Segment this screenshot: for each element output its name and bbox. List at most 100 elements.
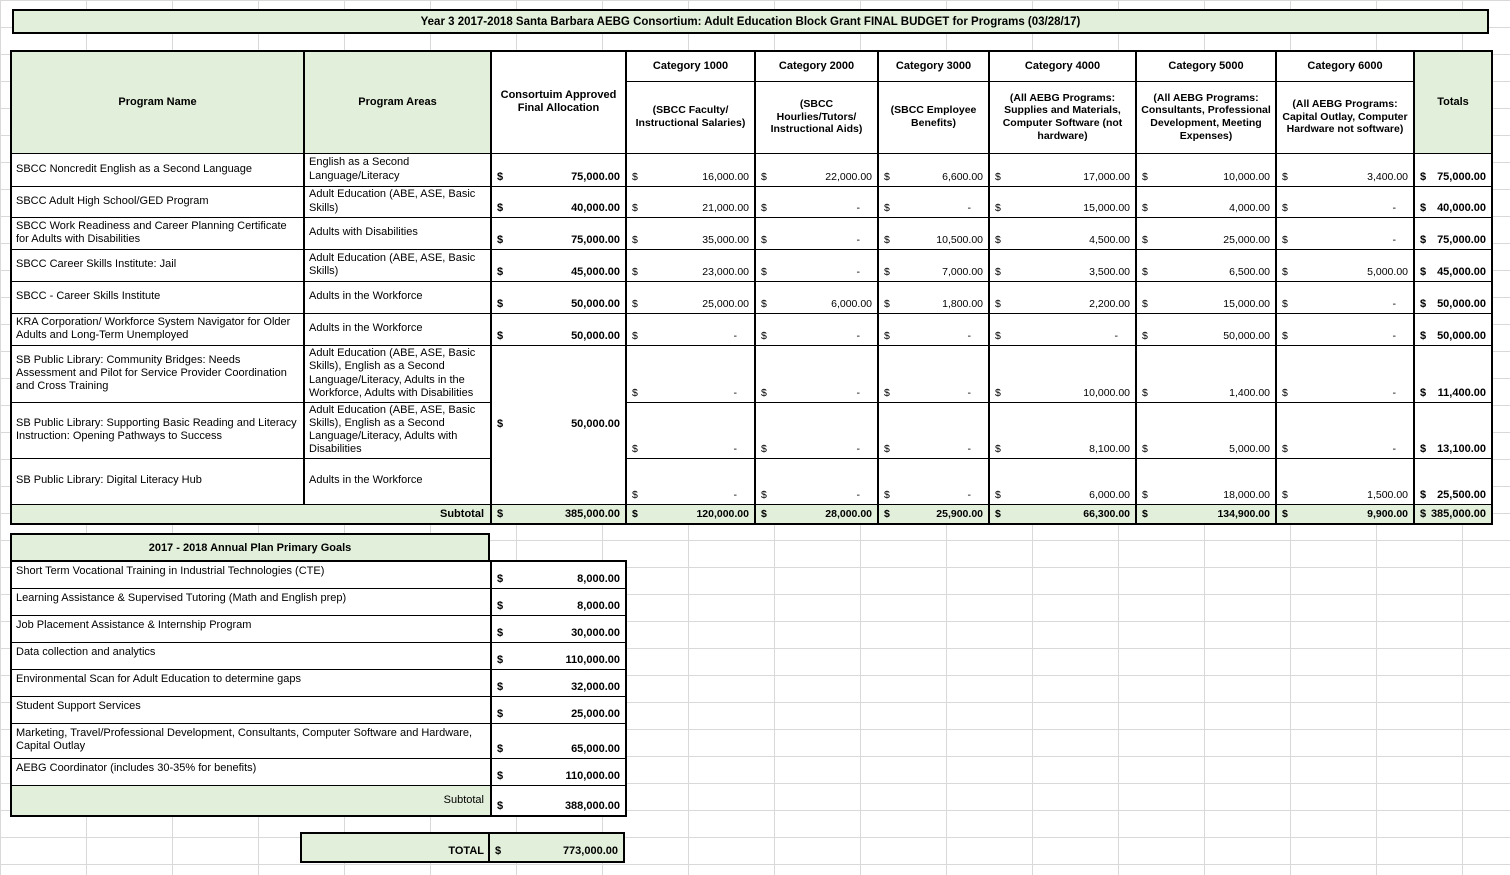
goals-header-cell[interactable]: 2017 - 2018 Annual Plan Primary Goals [10,533,490,562]
row-total-cell[interactable]: $50,000.00 [1414,281,1492,313]
category-amount-cell[interactable]: $16,000.00 [626,153,755,186]
budget-subtotal-total[interactable]: $385,000.00 [1414,504,1492,524]
goal-label-cell[interactable]: Job Placement Assistance & Internship Pr… [11,615,491,642]
program-name-cell[interactable]: KRA Corporation/ Workforce System Naviga… [11,313,304,345]
category-amount-cell[interactable]: $15,000.00 [989,186,1136,217]
category-amount-cell[interactable]: $- [755,402,878,458]
goals-subtotal-amount[interactable]: $388,000.00 [491,785,626,816]
category-amount-cell[interactable]: $4,500.00 [989,217,1136,249]
col-header-totals[interactable]: Totals [1414,51,1492,153]
budget-subtotal-cat5000[interactable]: $134,900.00 [1136,504,1276,524]
allocation-cell[interactable]: $75,000.00 [491,217,626,249]
category-amount-cell[interactable]: $6,000.00 [989,458,1136,504]
category-amount-cell[interactable]: $25,000.00 [626,281,755,313]
row-total-cell[interactable]: $75,000.00 [1414,217,1492,249]
goal-label-cell[interactable]: Marketing, Travel/Professional Developme… [11,723,491,758]
budget-subtotal-allocation[interactable]: $385,000.00 [491,504,626,524]
col-header-category-2000[interactable]: Category 2000 [755,51,878,81]
category-amount-cell[interactable]: $17,000.00 [989,153,1136,186]
row-total-cell[interactable]: $75,000.00 [1414,153,1492,186]
col-subheader-category-6000[interactable]: (All AEBG Programs: Capital Outlay, Comp… [1276,81,1414,153]
category-amount-cell[interactable]: $- [1276,402,1414,458]
category-amount-cell[interactable]: $6,600.00 [878,153,989,186]
program-area-cell[interactable]: Adult Education (ABE, ASE, Basic Skills) [304,186,491,217]
col-header-category-3000[interactable]: Category 3000 [878,51,989,81]
col-header-category-1000[interactable]: Category 1000 [626,51,755,81]
category-amount-cell[interactable]: $1,500.00 [1276,458,1414,504]
category-amount-cell[interactable]: $- [989,313,1136,345]
category-amount-cell[interactable]: $1,800.00 [878,281,989,313]
allocation-cell[interactable]: $50,000.00 [491,281,626,313]
category-amount-cell[interactable]: $5,000.00 [1136,402,1276,458]
allocation-cell[interactable]: $50,000.00 [491,313,626,345]
program-area-cell[interactable]: Adults in the Workforce [304,281,491,313]
budget-subtotal-label[interactable]: Subtotal [11,504,491,524]
category-amount-cell[interactable]: $10,000.00 [1136,153,1276,186]
category-amount-cell[interactable]: $- [626,402,755,458]
category-amount-cell[interactable]: $7,000.00 [878,249,989,281]
row-total-cell[interactable]: $45,000.00 [1414,249,1492,281]
program-area-cell[interactable]: Adults in the Workforce [304,313,491,345]
goal-amount-cell[interactable]: $30,000.00 [491,615,626,642]
category-amount-cell[interactable]: $- [755,345,878,402]
col-header-program-areas[interactable]: Program Areas [304,51,491,153]
goal-label-cell[interactable]: Short Term Vocational Training in Indust… [11,561,491,588]
row-total-cell[interactable]: $13,100.00 [1414,402,1492,458]
category-amount-cell[interactable]: $6,500.00 [1136,249,1276,281]
col-subheader-category-3000[interactable]: (SBCC Employee Benefits) [878,81,989,153]
budget-subtotal-cat6000[interactable]: $9,900.00 [1276,504,1414,524]
program-area-cell[interactable]: Adults in the Workforce [304,458,491,504]
category-amount-cell[interactable]: $- [626,313,755,345]
allocation-cell[interactable]: $75,000.00 [491,153,626,186]
program-name-cell[interactable]: SBCC Career Skills Institute: Jail [11,249,304,281]
grand-total-label[interactable]: TOTAL [302,834,490,861]
category-amount-cell[interactable]: $- [755,249,878,281]
category-amount-cell[interactable]: $- [755,217,878,249]
goal-label-cell[interactable]: Learning Assistance & Supervised Tutorin… [11,588,491,615]
allocation-cell[interactable]: $40,000.00 [491,186,626,217]
budget-subtotal-cat4000[interactable]: $66,300.00 [989,504,1136,524]
category-amount-cell[interactable]: $22,000.00 [755,153,878,186]
category-amount-cell[interactable]: $- [878,313,989,345]
category-amount-cell[interactable]: $3,400.00 [1276,153,1414,186]
goal-label-cell[interactable]: AEBG Coordinator (includes 30-35% for be… [11,758,491,785]
goals-subtotal-label[interactable]: Subtotal [11,785,491,816]
col-subheader-category-2000[interactable]: (SBCC Hourlies/Tutors/ Instructional Aid… [755,81,878,153]
category-amount-cell[interactable]: $50,000.00 [1136,313,1276,345]
category-amount-cell[interactable]: $- [1276,345,1414,402]
category-amount-cell[interactable]: $- [1276,281,1414,313]
category-amount-cell[interactable]: $5,000.00 [1276,249,1414,281]
category-amount-cell[interactable]: $- [755,313,878,345]
goal-label-cell[interactable]: Student Support Services [11,696,491,723]
col-header-category-6000[interactable]: Category 6000 [1276,51,1414,81]
goal-amount-cell[interactable]: $8,000.00 [491,561,626,588]
program-name-cell[interactable]: SB Public Library: Digital Literacy Hub [11,458,304,504]
budget-title-cell[interactable]: Year 3 2017-2018 Santa Barbara AEBG Cons… [12,9,1489,34]
category-amount-cell[interactable]: $8,100.00 [989,402,1136,458]
program-area-cell[interactable]: Adult Education (ABE, ASE, Basic Skills) [304,249,491,281]
goal-label-cell[interactable]: Data collection and analytics [11,642,491,669]
category-amount-cell[interactable]: $18,000.00 [1136,458,1276,504]
goal-amount-cell[interactable]: $110,000.00 [491,642,626,669]
category-amount-cell[interactable]: $10,000.00 [989,345,1136,402]
program-name-cell[interactable]: SBCC Work Readiness and Career Planning … [11,217,304,249]
category-amount-cell[interactable]: $15,000.00 [1136,281,1276,313]
category-amount-cell[interactable]: $3,500.00 [989,249,1136,281]
budget-subtotal-cat2000[interactable]: $28,000.00 [755,504,878,524]
category-amount-cell[interactable]: $4,000.00 [1136,186,1276,217]
budget-subtotal-cat3000[interactable]: $25,900.00 [878,504,989,524]
col-header-allocation[interactable]: Consortuim Approved Final Allocation [491,51,626,153]
program-name-cell[interactable]: SB Public Library: Supporting Basic Read… [11,402,304,458]
goal-label-cell[interactable]: Environmental Scan for Adult Education t… [11,669,491,696]
allocation-cell[interactable]: $50,000.00 [491,345,626,504]
category-amount-cell[interactable]: $21,000.00 [626,186,755,217]
goal-amount-cell[interactable]: $110,000.00 [491,758,626,785]
program-area-cell[interactable]: English as a Second Language/Literacy [304,153,491,186]
category-amount-cell[interactable]: $- [626,458,755,504]
category-amount-cell[interactable]: $- [1276,313,1414,345]
category-amount-cell[interactable]: $- [755,458,878,504]
col-header-program-name[interactable]: Program Name [11,51,304,153]
program-area-cell[interactable]: Adults with Disabilities [304,217,491,249]
row-total-cell[interactable]: $40,000.00 [1414,186,1492,217]
row-total-cell[interactable]: $25,500.00 [1414,458,1492,504]
